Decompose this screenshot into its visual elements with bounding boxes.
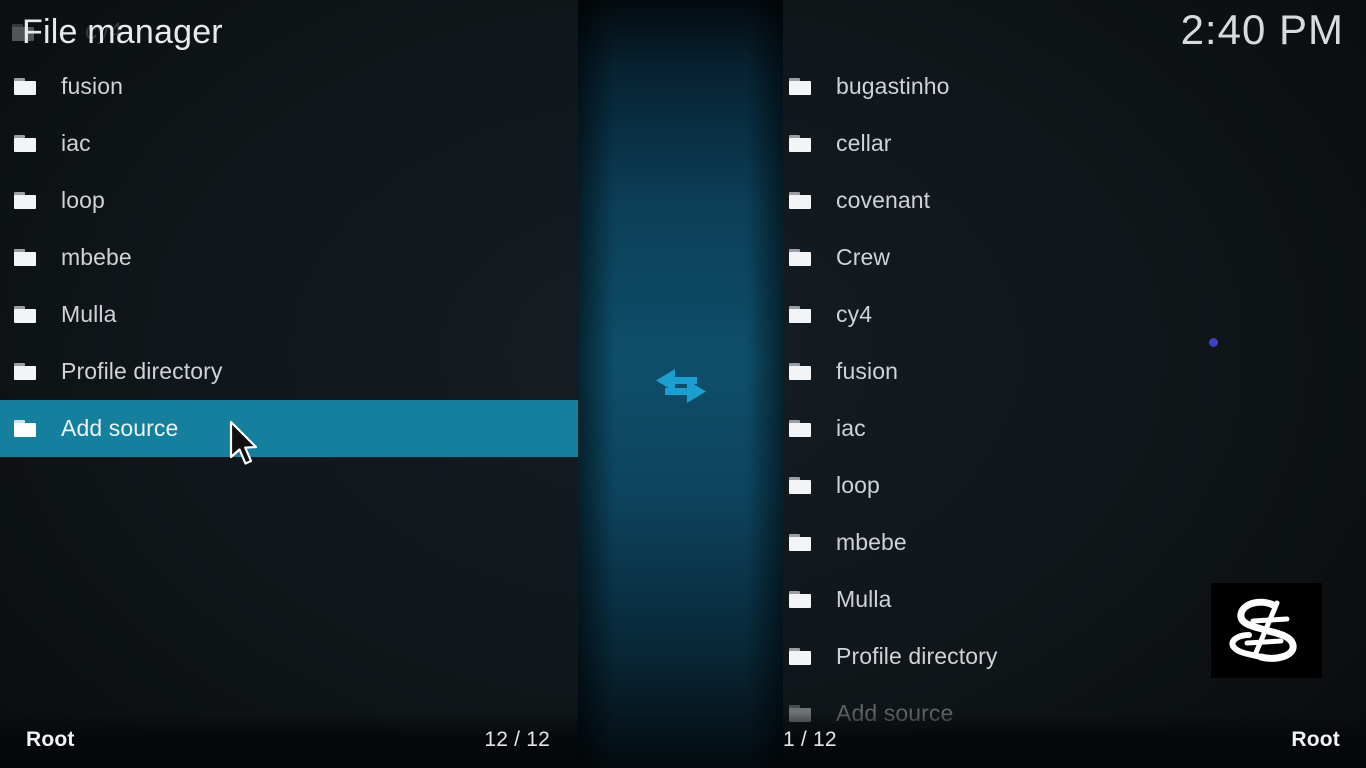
folder-icon (789, 477, 811, 494)
folder-icon (789, 591, 811, 608)
right-list-item-row[interactable]: iac (783, 400, 1366, 457)
left-list-item-row[interactable]: Profile directory (0, 343, 578, 400)
panel-divider (578, 0, 783, 768)
left-path-label: Root (26, 728, 75, 751)
left-status-bar: Root 12 / 12 (0, 712, 578, 768)
source-thumbnail (1211, 583, 1322, 678)
folder-icon (14, 249, 36, 266)
folder-icon (789, 249, 811, 266)
left-item-count: 12 / 12 (484, 728, 550, 751)
right-list-item-row[interactable]: loop (783, 457, 1366, 514)
right-list-item-label: mbebe (836, 529, 907, 555)
folder-icon (14, 363, 36, 380)
folder-icon (789, 78, 811, 95)
folder-icon (789, 420, 811, 437)
folder-icon (14, 78, 36, 95)
right-list-item-label: bugastinho (836, 73, 950, 99)
left-list-item-row[interactable]: Add source (0, 400, 578, 457)
right-list-item-label: fusion (836, 358, 898, 384)
right-path-label: Root (1291, 728, 1340, 751)
right-list-item-label: Crew (836, 244, 891, 270)
right-list-item-row[interactable]: Crew (783, 229, 1366, 286)
left-list-item-label: Profile directory (61, 358, 223, 384)
right-list-item-row[interactable]: covenant (783, 172, 1366, 229)
left-list-item-label: mbebe (61, 244, 132, 270)
left-list-item-row[interactable]: fusion (0, 58, 578, 115)
right-list-item-label: cellar (836, 130, 892, 156)
folder-icon (14, 420, 36, 437)
right-list-item-row[interactable]: cellar (783, 115, 1366, 172)
right-list-item-label: Mulla (836, 586, 892, 612)
right-list-item-label: cy4 (836, 301, 873, 327)
right-status-bar: 1 / 12 Root (783, 712, 1366, 768)
left-file-panel: fusion iac loop mbebe Mulla Profile directory… (0, 58, 578, 712)
right-list-item-row[interactable]: cy4 (783, 286, 1366, 343)
left-list-item-label: loop (61, 187, 105, 213)
right-item-count: 1 / 12 (783, 728, 837, 751)
folder-icon (789, 192, 811, 209)
left-list-item-label: fusion (61, 73, 123, 99)
kodi-file-manager-screen: cy4 File manager 2:40 PM fusion iac loop mb… (0, 0, 1366, 768)
folder-icon (14, 135, 36, 152)
right-list-item-label: covenant (836, 187, 931, 213)
clock: 2:40 PM (1180, 6, 1344, 53)
folder-icon (789, 306, 811, 323)
right-list-item-row[interactable]: fusion (783, 343, 1366, 400)
left-list-item-label: Mulla (61, 301, 117, 327)
focus-dot (1209, 338, 1218, 347)
folder-icon (789, 135, 811, 152)
left-file-list[interactable]: fusion iac loop mbebe Mulla Profile directory… (0, 58, 578, 457)
folder-icon (14, 306, 36, 323)
page-title: File manager (22, 13, 223, 51)
right-list-item-label: iac (836, 415, 866, 441)
left-right-arrow-icon (653, 365, 709, 407)
right-list-item-row[interactable]: bugastinho (783, 58, 1366, 115)
left-list-item-row[interactable]: iac (0, 115, 578, 172)
left-list-item-row[interactable]: loop (0, 172, 578, 229)
folder-icon (789, 534, 811, 551)
left-list-item-label: iac (61, 130, 91, 156)
folder-icon (789, 363, 811, 380)
right-list-item-label: loop (836, 472, 880, 498)
right-list-item-label: Profile directory (836, 643, 998, 669)
left-list-item-label: Add source (61, 415, 179, 441)
folder-icon (14, 192, 36, 209)
left-list-item-row[interactable]: Mulla (0, 286, 578, 343)
folder-icon (789, 648, 811, 665)
right-list-item-row[interactable]: mbebe (783, 514, 1366, 571)
left-list-item-row[interactable]: mbebe (0, 229, 578, 286)
